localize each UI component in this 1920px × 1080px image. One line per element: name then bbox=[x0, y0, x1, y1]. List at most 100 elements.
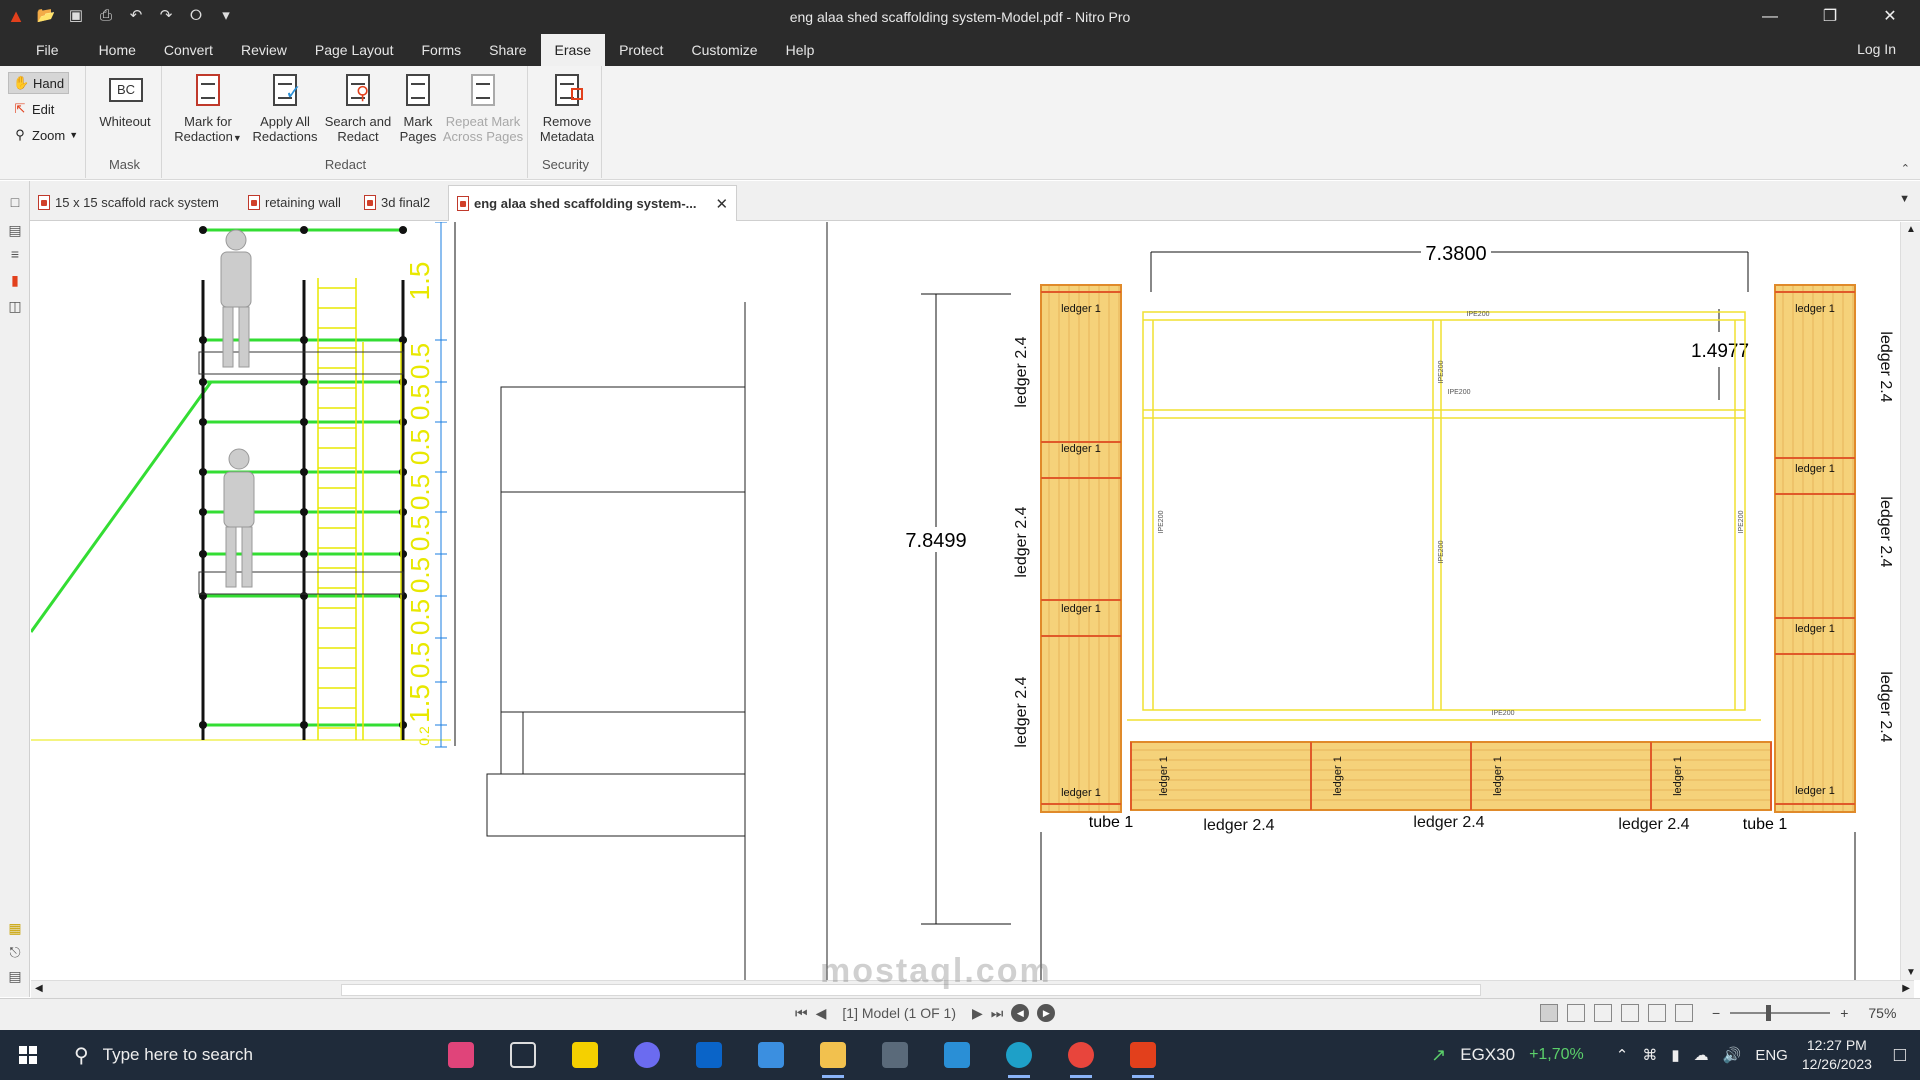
mark-for-redaction-button[interactable]: Mark for Redaction▼ bbox=[170, 72, 246, 146]
previous-page-icon[interactable]: ◀ bbox=[816, 1005, 827, 1022]
tab-review[interactable]: Review bbox=[227, 34, 301, 66]
scroll-down-icon[interactable]: ▼ bbox=[1906, 967, 1916, 978]
close-window-button[interactable]: ✕ bbox=[1860, 0, 1920, 34]
tab-home[interactable]: Home bbox=[85, 34, 150, 66]
vertical-scrollbar[interactable]: ▲ ▼ bbox=[1900, 222, 1920, 980]
repeat-mark-label-2: Across Pages bbox=[442, 129, 524, 144]
security-panel-icon[interactable]: ◫ bbox=[6, 297, 24, 315]
tab-protect[interactable]: Protect bbox=[605, 34, 677, 66]
ledger-2-4-label: ledger 2.4 bbox=[1013, 336, 1030, 407]
stock-ticker[interactable]: EGX30 bbox=[1460, 1045, 1515, 1065]
onedrive-icon[interactable]: ☁ bbox=[1694, 1046, 1709, 1064]
first-page-icon[interactable]: ⏮ bbox=[795, 1005, 808, 1022]
continuous-view-icon[interactable] bbox=[1567, 1004, 1585, 1022]
stock-change: +1,70% bbox=[1529, 1046, 1584, 1063]
tab-file[interactable]: File bbox=[22, 34, 85, 66]
taskbar-app-copilot[interactable] bbox=[616, 1030, 678, 1080]
facing-view-icon[interactable] bbox=[1594, 1004, 1612, 1022]
scroll-up-icon[interactable]: ▲ bbox=[1906, 224, 1916, 235]
apply-all-redactions-button[interactable]: ✓ Apply All Redactions bbox=[248, 72, 322, 144]
pages-panel-icon[interactable]: □ bbox=[6, 193, 24, 211]
tab-page-layout[interactable]: Page Layout bbox=[301, 34, 408, 66]
scroll-left-icon[interactable]: ◀ bbox=[35, 983, 43, 994]
document-view[interactable]: 1.5 0.5 0.5 0.5 0.5 0.5 0.5 0.5 0.5 1.5 0.2 bbox=[31, 222, 1914, 980]
taskbar-app-calculator[interactable] bbox=[864, 1030, 926, 1080]
redact-group-label: Redact bbox=[324, 157, 367, 172]
tab-share[interactable]: Share bbox=[475, 34, 540, 66]
doc-tab-label: 15 x 15 scaffold rack system bbox=[55, 194, 219, 210]
fit-page-icon[interactable] bbox=[1648, 1004, 1666, 1022]
attachments-panel-icon[interactable]: ⎋ bbox=[6, 943, 24, 961]
mark-pages-button[interactable]: Mark Pages bbox=[394, 72, 442, 144]
next-view-icon[interactable]: ▶ bbox=[1037, 1004, 1056, 1022]
taskbar-app-edge[interactable] bbox=[988, 1030, 1050, 1080]
tab-list-dropdown-icon[interactable]: ▼ bbox=[1899, 193, 1910, 205]
battery-icon[interactable]: ▮ bbox=[1671, 1046, 1679, 1064]
output-panel-icon[interactable]: ▤ bbox=[6, 967, 24, 985]
zoom-in-icon[interactable]: + bbox=[1840, 1005, 1848, 1021]
remove-metadata-button[interactable]: Remove Metadata bbox=[536, 72, 598, 144]
security-group: Remove Metadata Security bbox=[530, 66, 602, 178]
restore-button[interactable]: ❐ bbox=[1800, 0, 1860, 34]
notifications-icon[interactable]: □ bbox=[1894, 1044, 1906, 1067]
zoom-out-icon[interactable]: − bbox=[1712, 1005, 1720, 1021]
wifi-icon[interactable]: ⌘ bbox=[1642, 1046, 1657, 1064]
collapse-ribbon-icon[interactable]: ⌃ bbox=[1901, 162, 1910, 175]
zoom-slider[interactable] bbox=[1730, 1005, 1831, 1021]
taskbar-app-chrome[interactable] bbox=[1050, 1030, 1112, 1080]
dimension-label: 1.5 bbox=[404, 262, 435, 301]
dimension-small-label: 1.4977 bbox=[1691, 341, 1749, 362]
windows-logo-icon bbox=[19, 1046, 37, 1064]
language-indicator[interactable]: ENG bbox=[1755, 1047, 1788, 1064]
show-hidden-icons-icon[interactable]: ⌃ bbox=[1616, 1046, 1629, 1064]
volume-icon[interactable]: 🔊 bbox=[1723, 1046, 1742, 1064]
doc-tab-scaffold-rack[interactable]: 15 x 15 scaffold rack system bbox=[38, 189, 219, 215]
layers-panel-icon[interactable]: ≡ bbox=[6, 245, 24, 263]
facing-continuous-view-icon[interactable] bbox=[1621, 1004, 1639, 1022]
taskbar-app-file-explorer[interactable] bbox=[802, 1030, 864, 1080]
dimension-label: 1.5 bbox=[404, 684, 435, 723]
next-page-icon[interactable]: ▶ bbox=[972, 1005, 983, 1022]
taskbar-app-task-view[interactable] bbox=[492, 1030, 554, 1080]
doc-tab-shed-scaffolding[interactable]: eng alaa shed scaffolding system-... ✕ bbox=[448, 185, 738, 221]
tab-help[interactable]: Help bbox=[772, 34, 829, 66]
scroll-right-icon[interactable]: ▶ bbox=[1902, 983, 1910, 994]
taskbar-app-outlook[interactable] bbox=[678, 1030, 740, 1080]
page-indicator[interactable]: [1] Model (1 OF 1) bbox=[842, 1005, 956, 1021]
tags-panel-icon[interactable]: ▮ bbox=[6, 271, 24, 289]
minimize-button[interactable]: — bbox=[1740, 0, 1800, 34]
pdf-file-icon bbox=[457, 196, 469, 211]
zoom-tool[interactable]: ⚲ Zoom ▼ bbox=[8, 124, 82, 146]
taskbar-app-sticky-notes[interactable] bbox=[554, 1030, 616, 1080]
close-tab-icon[interactable]: ✕ bbox=[716, 195, 729, 213]
taskbar-app-store[interactable] bbox=[740, 1030, 802, 1080]
taskbar-app-mail[interactable] bbox=[926, 1030, 988, 1080]
ledger-2-4-label: ledger 2.4 bbox=[1877, 496, 1894, 567]
bookmarks-panel-icon[interactable]: ▤ bbox=[6, 221, 24, 239]
doc-tab-retaining-wall[interactable]: retaining wall bbox=[248, 189, 341, 215]
comments-panel-icon[interactable]: ▦ bbox=[6, 919, 24, 937]
tab-erase[interactable]: Erase bbox=[540, 34, 606, 66]
whiteout-button[interactable]: BC Whiteout bbox=[96, 72, 154, 129]
last-page-icon[interactable]: ⏭ bbox=[991, 1005, 1004, 1022]
clock[interactable]: 12:27 PM 12/26/2023 bbox=[1802, 1036, 1872, 1074]
edit-tool[interactable]: ⇱ Edit bbox=[8, 98, 58, 120]
previous-view-icon[interactable]: ◀ bbox=[1011, 1004, 1030, 1022]
hand-tool[interactable]: ✋ Hand bbox=[8, 72, 70, 94]
repeat-mark-across-pages-button[interactable]: Repeat Mark Across Pages bbox=[440, 72, 526, 144]
doc-tab-3d-final2[interactable]: 3d final2 bbox=[364, 189, 430, 215]
zoom-level[interactable]: 75% bbox=[1868, 1005, 1896, 1021]
dimension-label: 0.5 bbox=[405, 515, 435, 551]
taskbar-search[interactable]: ⚲ Type here to search bbox=[58, 1030, 418, 1080]
search-and-redact-button[interactable]: ⚲ Search and Redact bbox=[322, 72, 394, 144]
taskbar-app-widgets[interactable] bbox=[430, 1030, 492, 1080]
single-page-view-icon[interactable] bbox=[1540, 1004, 1558, 1022]
tab-customize[interactable]: Customize bbox=[677, 34, 771, 66]
login-link[interactable]: Log In bbox=[1857, 41, 1896, 57]
start-button[interactable] bbox=[0, 1030, 56, 1080]
dimension-label: 0.5 bbox=[405, 343, 435, 379]
tab-convert[interactable]: Convert bbox=[150, 34, 227, 66]
taskbar-app-nitro[interactable] bbox=[1112, 1030, 1174, 1080]
tab-forms[interactable]: Forms bbox=[407, 34, 475, 66]
fit-width-icon[interactable] bbox=[1675, 1004, 1693, 1022]
